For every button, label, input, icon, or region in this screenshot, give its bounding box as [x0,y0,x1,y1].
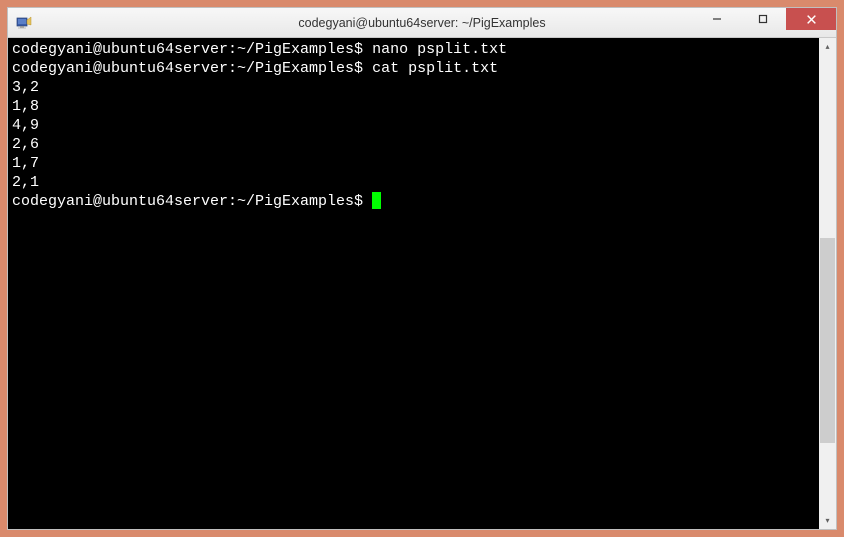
terminal-line: 2,1 [12,173,815,192]
terminal-line: 1,8 [12,97,815,116]
scroll-thumb[interactable] [820,238,835,444]
minimize-icon [712,14,722,24]
output-text: 2,1 [12,174,39,191]
close-icon [806,14,817,25]
terminal-line: codegyani@ubuntu64server:~/PigExamples$ … [12,40,815,59]
terminal-line: codegyani@ubuntu64server:~/PigExamples$ [12,192,815,211]
scroll-track[interactable] [819,55,836,512]
maximize-icon [758,14,768,24]
terminal-line: codegyani@ubuntu64server:~/PigExamples$ … [12,59,815,78]
terminal-output[interactable]: codegyani@ubuntu64server:~/PigExamples$ … [8,38,819,529]
scroll-down-button[interactable]: ▾ [819,512,836,529]
scroll-up-button[interactable]: ▴ [819,38,836,55]
output-text: 1,7 [12,155,39,172]
terminal-window: codegyani@ubuntu64server: ~/PigExamples [7,7,837,530]
maximize-button[interactable] [740,8,786,30]
terminal-line: 1,7 [12,154,815,173]
content-area: codegyani@ubuntu64server:~/PigExamples$ … [8,38,836,529]
vertical-scrollbar[interactable]: ▴ ▾ [819,38,836,529]
prompt: codegyani@ubuntu64server:~/PigExamples$ [12,41,372,58]
putty-icon [16,15,32,31]
window-controls [694,8,836,37]
command-text: nano psplit.txt [372,41,507,58]
minimize-button[interactable] [694,8,740,30]
output-text: 4,9 [12,117,39,134]
command-text: cat psplit.txt [372,60,498,77]
prompt: codegyani@ubuntu64server:~/PigExamples$ [12,60,372,77]
terminal-line: 4,9 [12,116,815,135]
titlebar[interactable]: codegyani@ubuntu64server: ~/PigExamples [8,8,836,38]
close-button[interactable] [786,8,836,30]
terminal-line: 3,2 [12,78,815,97]
output-text: 1,8 [12,98,39,115]
output-text: 2,6 [12,136,39,153]
terminal-line: 2,6 [12,135,815,154]
prompt: codegyani@ubuntu64server:~/PigExamples$ [12,193,372,210]
cursor [372,192,381,209]
output-text: 3,2 [12,79,39,96]
